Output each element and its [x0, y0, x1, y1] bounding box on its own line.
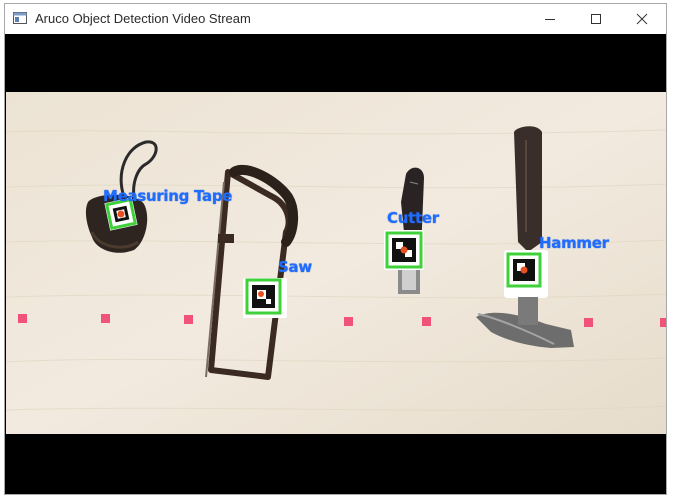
maximize-button[interactable] — [573, 4, 619, 34]
minimize-button[interactable] — [527, 4, 573, 34]
detection-label: Hammer — [539, 234, 609, 252]
window-title: Aruco Object Detection Video Stream — [35, 11, 251, 26]
close-icon — [636, 13, 648, 25]
detection-label: Measuring Tape — [103, 187, 233, 205]
app-window: Aruco Object Detection Video Stream Meas… — [4, 3, 667, 495]
title-bar[interactable]: Aruco Object Detection Video Stream — [5, 4, 666, 34]
close-button[interactable] — [619, 4, 665, 34]
minimize-icon — [545, 19, 555, 20]
detection-label: Saw — [278, 258, 312, 276]
app-window-icon — [13, 12, 27, 24]
video-stream: Measuring Tape Saw Cutter Hammer — [5, 34, 666, 494]
maximize-icon — [591, 14, 601, 24]
video-frame — [6, 92, 666, 434]
detection-label: Cutter — [387, 209, 439, 227]
